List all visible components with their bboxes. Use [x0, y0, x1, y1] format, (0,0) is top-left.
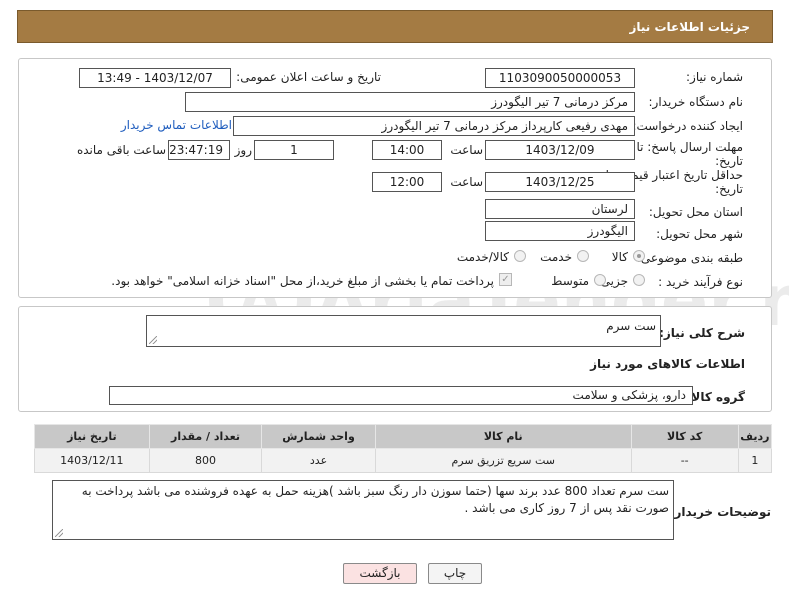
print-button[interactable]: چاپ	[428, 563, 482, 584]
need-number-label: شماره نیاز:	[686, 70, 743, 84]
buyer-org-label: نام دستگاه خریدار:	[648, 95, 744, 109]
cell-name: ست سریع تزریق سرم	[374, 448, 632, 473]
category-radio-goods[interactable]	[633, 250, 645, 262]
reply-time-label: ساعت	[450, 143, 483, 157]
validity-date-field[interactable]: 1403/12/25	[485, 172, 635, 192]
province-field[interactable]: لرستان	[485, 199, 635, 219]
reply-deadline-date-label: تاریخ:	[715, 154, 743, 168]
table-row[interactable]: 1 -- ست سریع تزریق سرم عدد 800 1403/12/1…	[34, 448, 773, 473]
purchase-option-medium: متوسط	[551, 274, 589, 288]
validity-time-field[interactable]: 12:00	[372, 172, 442, 192]
page-title: جزئیات اطلاعات نیاز	[629, 20, 750, 34]
buyer-notes-text: ست سرم تعداد 800 عدد برند سها (حتما سوزن…	[81, 484, 669, 515]
remaining-time-field[interactable]: 23:47:19	[168, 140, 230, 160]
cell-date: 1403/12/11	[34, 448, 150, 473]
description-text: ست سرم	[606, 319, 656, 333]
col-header-name: نام کالا	[374, 424, 632, 449]
buyer-contact-link[interactable]: اطلاعات تماس خریدار	[121, 118, 232, 132]
description-label: شرح کلی نیاز:	[659, 326, 745, 340]
goods-section-title: اطلاعات کالاهای مورد نیاز	[590, 357, 745, 371]
purchase-radio-minor[interactable]	[633, 274, 645, 286]
city-label: شهر محل تحویل:	[656, 227, 743, 241]
reply-deadline-label: مهلت ارسال پاسخ: تا	[636, 140, 743, 154]
creator-label: ایجاد کننده درخواست:	[632, 119, 743, 133]
purchase-type-label: نوع فرآیند خرید :	[658, 275, 743, 289]
purchase-radio-medium[interactable]	[594, 274, 606, 286]
resize-grip-icon[interactable]	[149, 336, 157, 344]
category-radio-goods-service[interactable]	[514, 250, 526, 262]
city-field[interactable]: الیگودرز	[485, 221, 635, 241]
back-button[interactable]: بازگشت	[343, 563, 417, 584]
cell-unit: عدد	[261, 448, 376, 473]
cell-row: 1	[737, 448, 773, 473]
creator-field[interactable]: مهدی رفیعی کارپرداز مرکز درمانی 7 تیر ال…	[233, 116, 635, 136]
col-header-code: کد کالا	[630, 424, 739, 449]
cell-qty: 800	[148, 448, 263, 473]
goods-group-label: گروه کالا:	[686, 390, 745, 404]
category-radio-service[interactable]	[577, 250, 589, 262]
goods-group-field[interactable]: دارو، پزشکی و سلامت	[109, 386, 693, 405]
reply-date-field[interactable]: 1403/12/09	[485, 140, 635, 160]
treasury-checkbox[interactable]: ✓	[499, 273, 512, 286]
remaining-label: ساعت باقی مانده	[76, 143, 166, 157]
province-label: استان محل تحویل:	[648, 205, 743, 219]
category-option-service: خدمت	[540, 250, 572, 264]
reply-time-field[interactable]: 14:00	[372, 140, 442, 160]
resize-grip-icon[interactable]	[55, 529, 63, 537]
col-header-qty: تعداد / مقدار	[148, 424, 263, 449]
page-header: جزئیات اطلاعات نیاز	[17, 10, 773, 43]
col-header-date: تاریخ نیاز	[34, 424, 150, 449]
buyer-org-field[interactable]: مرکز درمانی 7 تیر الیگودرز	[185, 92, 635, 112]
need-number-field[interactable]: 1103090050000053	[485, 68, 635, 88]
category-label: طبقه بندی موضوعی:	[636, 251, 743, 265]
goods-table: ردیف کد کالا نام کالا واحد شمارش تعداد /…	[34, 424, 773, 473]
description-textarea[interactable]: ست سرم	[146, 315, 661, 347]
col-header-row: ردیف	[737, 424, 773, 449]
payment-note: پرداخت تمام یا بخشی از مبلغ خرید،از محل …	[111, 274, 494, 288]
min-validity-date-label: تاریخ:	[715, 182, 743, 196]
category-option-goods-service: کالا/خدمت	[456, 250, 509, 264]
days-field[interactable]: 1	[254, 140, 334, 160]
validity-time-label: ساعت	[450, 175, 483, 189]
buyer-notes-textarea[interactable]: ست سرم تعداد 800 عدد برند سها (حتما سوزن…	[52, 480, 674, 540]
col-header-unit: واحد شمارش	[261, 424, 376, 449]
table-header-row: ردیف کد کالا نام کالا واحد شمارش تعداد /…	[34, 424, 773, 449]
category-option-goods: کالا	[611, 250, 628, 264]
cell-code: --	[630, 448, 739, 473]
buyer-notes-label: توضیحات خریدار:	[669, 505, 771, 519]
announce-label: تاریخ و ساعت اعلان عمومی:	[236, 70, 381, 84]
announce-field[interactable]: 1403/12/07 - 13:49	[79, 68, 231, 88]
